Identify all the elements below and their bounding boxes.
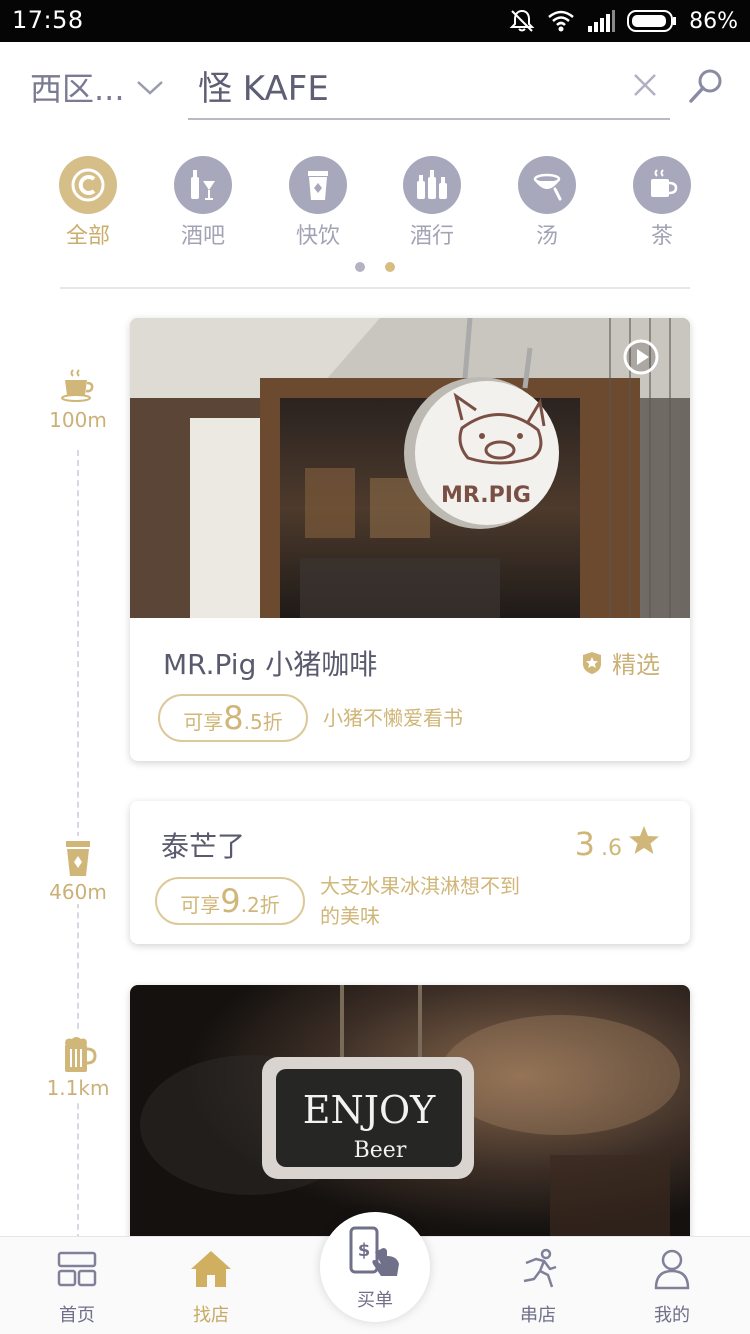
distance-label: 460m bbox=[47, 880, 109, 904]
mute-icon bbox=[509, 9, 535, 32]
region-selector[interactable]: 西区... bbox=[30, 64, 165, 110]
featured-badge: 精选 bbox=[582, 645, 660, 680]
search-box bbox=[188, 56, 670, 120]
nav-label: 找店 bbox=[193, 1305, 229, 1326]
search-icon[interactable] bbox=[686, 66, 726, 106]
discount-pill: 可享 8.5折 bbox=[158, 694, 308, 742]
divider bbox=[60, 287, 690, 289]
sign-subtext: Beer bbox=[354, 1138, 407, 1163]
category-all[interactable]: 全部 bbox=[38, 156, 138, 250]
discount-prefix: 可享 bbox=[180, 893, 221, 917]
discount-prefix: 可享 bbox=[183, 710, 224, 734]
featured-label: 精选 bbox=[612, 651, 660, 679]
shop-description: 小猪不懒爱看书 bbox=[323, 706, 463, 730]
category-liquor[interactable]: 酒行 bbox=[382, 156, 482, 250]
discount-pill: 可享 9.2折 bbox=[155, 877, 305, 925]
category-pagination bbox=[0, 262, 750, 272]
shop-name: 泰芒了 bbox=[161, 830, 246, 863]
shop-photo: MR.PIG bbox=[130, 318, 690, 618]
sign-text: MR.PIG bbox=[441, 483, 531, 508]
page-dot[interactable] bbox=[355, 262, 365, 272]
search-header: 西区... bbox=[0, 42, 750, 132]
shop-card[interactable]: MR.PIG MR.Pig 小猪咖啡 精选 可享 8.5折 小猪不懒爱看书 bbox=[130, 318, 690, 761]
shop-card[interactable]: ENJOY Beer bbox=[130, 985, 690, 1245]
search-input[interactable] bbox=[198, 62, 618, 108]
nav-label: 串店 bbox=[520, 1305, 556, 1326]
shop-card[interactable]: 泰芒了 3.6 可享 9.2折 大支水果冰淇淋想不到 的美味 bbox=[130, 801, 690, 944]
takeaway-cup-icon bbox=[56, 836, 100, 880]
discount-value: 8 bbox=[223, 699, 244, 737]
takeaway-cup-icon bbox=[289, 156, 347, 214]
clear-search-icon[interactable] bbox=[630, 70, 660, 100]
category-label: 酒行 bbox=[409, 224, 454, 249]
person-icon bbox=[654, 1249, 690, 1290]
discount-suffix: .2折 bbox=[240, 893, 280, 917]
category-label: 全部 bbox=[65, 224, 110, 249]
soup-bowl-icon bbox=[518, 156, 576, 214]
nav-label: 我的 bbox=[654, 1305, 690, 1326]
timeline-marker: 1.1km bbox=[33, 1032, 123, 1100]
category-bar: 全部 酒吧 快饮 酒行 汤 茶 bbox=[0, 150, 750, 250]
shop-description: 大支水果冰淇淋想不到 的美味 bbox=[320, 871, 520, 931]
beer-sign-illustration: ENJOY Beer bbox=[130, 985, 690, 1245]
category-tea[interactable]: 茶 bbox=[612, 156, 712, 250]
play-video-icon[interactable] bbox=[622, 338, 660, 376]
signal-icon bbox=[588, 10, 616, 32]
nav-find-shop[interactable]: 找店 bbox=[161, 1247, 261, 1327]
discount-suffix: .5折 bbox=[243, 710, 283, 734]
shield-star-icon bbox=[583, 651, 601, 674]
status-bar: 17:58 86% bbox=[0, 0, 750, 42]
copyright-icon bbox=[59, 156, 117, 214]
sign-text: ENJOY bbox=[303, 1088, 436, 1132]
status-icons: 86% bbox=[509, 6, 738, 36]
discount-value: 9 bbox=[220, 882, 241, 920]
category-bar-drinks[interactable]: 酒吧 bbox=[153, 156, 253, 250]
nav-profile[interactable]: 我的 bbox=[622, 1247, 722, 1327]
svg-text:$: $ bbox=[358, 1240, 371, 1261]
category-label: 快饮 bbox=[295, 224, 340, 249]
wifi-icon bbox=[548, 10, 574, 32]
shop-photo: ENJOY Beer bbox=[130, 985, 690, 1245]
storefront-illustration: MR.PIG bbox=[130, 318, 690, 618]
distance-label: 1.1km bbox=[44, 1076, 112, 1100]
tea-cup-icon bbox=[633, 156, 691, 214]
bottles-icon bbox=[403, 156, 461, 214]
chevron-down-icon bbox=[136, 81, 163, 95]
nav-label: 买单 bbox=[357, 1290, 393, 1311]
nav-hop-shops[interactable]: 串店 bbox=[488, 1247, 588, 1327]
star-icon bbox=[629, 826, 659, 854]
battery-icon bbox=[627, 10, 677, 32]
phone-pay-icon: $ bbox=[349, 1226, 399, 1276]
coffee-cup-icon bbox=[56, 364, 100, 408]
category-soup[interactable]: 汤 bbox=[497, 156, 597, 250]
description-line: 大支水果冰淇淋想不到 bbox=[320, 874, 520, 898]
category-label: 汤 bbox=[535, 224, 558, 249]
house-icon bbox=[191, 1251, 231, 1287]
running-man-icon bbox=[523, 1248, 557, 1288]
category-label: 酒吧 bbox=[180, 224, 225, 249]
battery-percent: 86% bbox=[689, 8, 738, 34]
category-label: 茶 bbox=[650, 224, 673, 249]
bar-drinks-icon bbox=[174, 156, 232, 214]
shop-name: MR.Pig 小猪咖啡 bbox=[163, 648, 378, 681]
rating-value: 3 bbox=[574, 825, 595, 863]
beer-mug-icon bbox=[56, 1032, 100, 1076]
nav-label: 首页 bbox=[59, 1305, 95, 1326]
pay-bill-button[interactable]: $ 买单 bbox=[320, 1212, 430, 1322]
shop-rating: 3.6 bbox=[575, 825, 660, 863]
timeline-marker: 460m bbox=[33, 836, 123, 904]
timeline-marker: 100m bbox=[33, 364, 123, 432]
nav-home[interactable]: 首页 bbox=[27, 1247, 127, 1327]
distance-label: 100m bbox=[47, 408, 109, 432]
status-time: 17:58 bbox=[12, 6, 84, 34]
description-line: 的美味 bbox=[320, 904, 380, 928]
rating-decimal: .6 bbox=[601, 836, 622, 861]
page-dot-active[interactable] bbox=[385, 262, 395, 272]
category-takeaway[interactable]: 快饮 bbox=[268, 156, 368, 250]
home-grid-icon bbox=[57, 1251, 97, 1287]
region-label: 西区... bbox=[30, 70, 125, 108]
